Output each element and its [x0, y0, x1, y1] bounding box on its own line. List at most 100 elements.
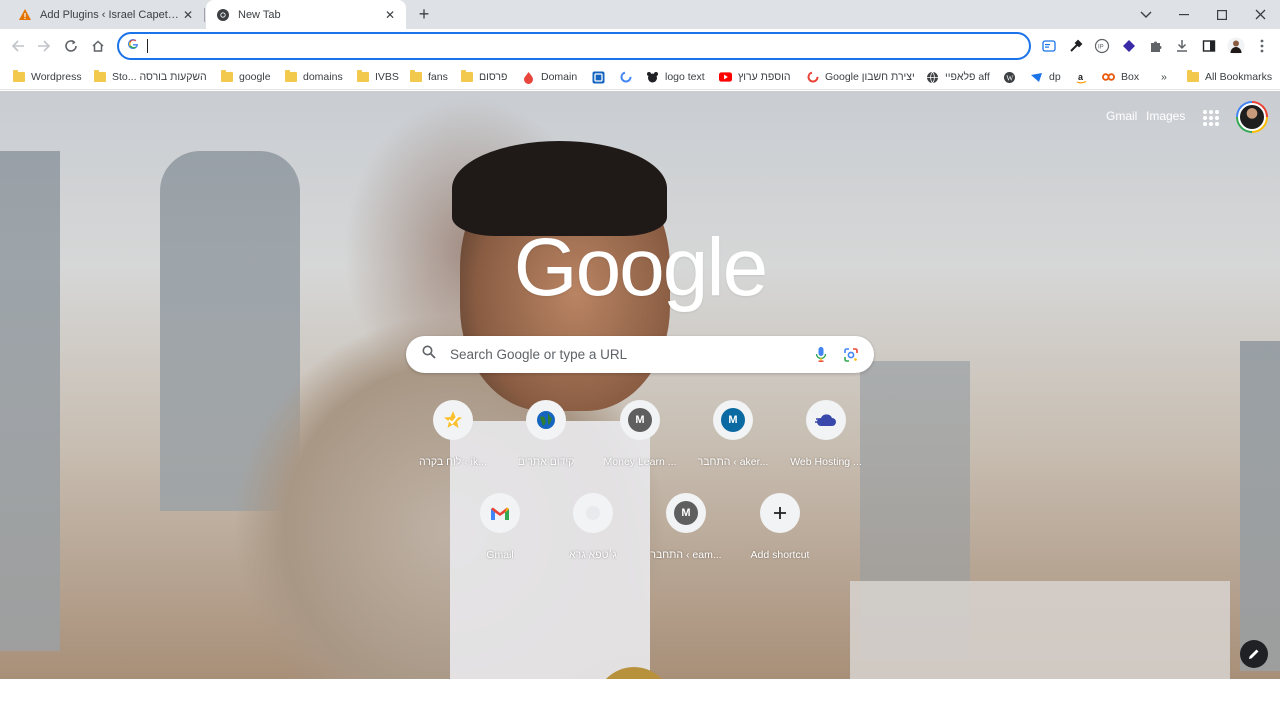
shortcut-tile[interactable]: M התחבר ‹ eam... — [639, 493, 733, 583]
images-link[interactable]: Images — [1146, 109, 1185, 123]
bookmark-folder[interactable]: Wordpress — [12, 68, 82, 86]
folder-icon — [356, 70, 369, 84]
close-window-button[interactable] — [1241, 0, 1279, 29]
chrome-icon — [216, 8, 230, 22]
gmail-icon — [480, 493, 520, 533]
eyedropper-extension-icon[interactable] — [1066, 36, 1086, 56]
add-shortcut-tile[interactable]: Add shortcut — [733, 493, 827, 583]
blank-site-icon — [573, 493, 613, 533]
bookmark-link[interactable] — [619, 68, 638, 86]
bookmark-folder[interactable]: IVBS — [356, 68, 399, 86]
shortcut-tile[interactable]: קידום אתרים — [499, 400, 593, 490]
bookmark-label: Sto... השקעות בורסה — [112, 71, 207, 83]
letter-m-icon: M — [620, 400, 660, 440]
shortcut-label: Add shortcut — [750, 549, 810, 561]
bookmark-link[interactable]: פלאפיי aff — [926, 68, 990, 86]
shortcut-label: קידום אתרים — [517, 456, 575, 468]
close-tab-icon[interactable]: ✕ — [382, 7, 398, 23]
bookmark-label: פלאפיי aff — [945, 71, 990, 83]
maximize-button[interactable] — [1203, 0, 1241, 29]
svg-text:IP: IP — [1098, 45, 1104, 51]
reload-button[interactable] — [60, 35, 82, 57]
dp-icon — [1030, 71, 1043, 84]
folder-icon — [93, 70, 106, 84]
gmail-link[interactable]: Gmail — [1106, 109, 1137, 123]
bookmark-link[interactable]: W — [1003, 68, 1022, 86]
globe-icon — [526, 400, 566, 440]
svg-text:W: W — [1006, 73, 1014, 82]
bookmark-link[interactable]: dp — [1030, 68, 1061, 86]
tab-title: Add Plugins ‹ Israel Capetillo — — [40, 8, 180, 21]
tab-new-tab[interactable]: New Tab ✕ — [206, 0, 406, 29]
close-tab-icon[interactable]: ✕ — [180, 7, 196, 23]
google-lens-icon[interactable] — [840, 344, 862, 366]
bookmark-folder[interactable]: domains — [284, 68, 343, 86]
customize-pencil-icon[interactable] — [1240, 640, 1268, 668]
search-placeholder: Search Google or type a URL — [450, 347, 628, 362]
new-tab-page: Gmail Images Google Search Google or typ… — [0, 91, 1280, 679]
all-bookmarks-folder[interactable]: All Bookmarks — [1186, 68, 1272, 86]
google-apps-icon[interactable] — [1203, 110, 1219, 126]
google-logo: Google — [513, 222, 768, 313]
more-bookmarks-button[interactable]: » — [1161, 68, 1167, 86]
downloads-icon[interactable] — [1172, 36, 1192, 56]
bookmark-link[interactable]: Box — [1102, 68, 1139, 86]
bookmark-link[interactable]: logo text — [646, 68, 705, 86]
shortcut-tile[interactable]: Gmail — [453, 493, 547, 583]
minimize-button[interactable] — [1165, 0, 1203, 29]
google-g-icon — [619, 71, 632, 84]
bookmark-label: IVBS — [375, 71, 399, 83]
box-icon — [1102, 71, 1115, 84]
letter-m-icon: M — [666, 493, 706, 533]
warning-icon — [18, 8, 32, 22]
ntp-search-box[interactable]: Search Google or type a URL — [406, 336, 874, 373]
side-panel-icon[interactable] — [1199, 36, 1219, 56]
tab-strip: Add Plugins ‹ Israel Capetillo — ✕ New T… — [0, 0, 1280, 29]
bookmark-folder[interactable]: fans — [409, 68, 448, 86]
ip-extension-icon[interactable]: IP — [1092, 36, 1112, 56]
bookmark-link[interactable]: Google יצירת חשבון — [806, 68, 915, 86]
bookmark-label: הוספת ערוץ — [738, 71, 791, 83]
translate-extension-icon[interactable] — [1039, 36, 1059, 56]
extensions-puzzle-icon[interactable] — [1146, 36, 1166, 56]
text-cursor — [147, 39, 148, 53]
diamond-extension-icon[interactable] — [1119, 36, 1139, 56]
bookmark-folder[interactable]: Sto... השקעות בורסה — [93, 68, 207, 86]
amazon-icon: a — [1075, 71, 1088, 84]
shortcut-tile[interactable]: לוח בקרה ‹ ik... — [406, 400, 500, 490]
shortcut-tile[interactable]: M התחבר ‹ aker... — [686, 400, 780, 490]
shortcut-tile[interactable]: טפא גרא‎ג׳ — [546, 493, 640, 583]
home-button[interactable] — [87, 35, 109, 57]
flame-icon — [522, 71, 535, 84]
page-bottom — [0, 679, 1280, 720]
shortcut-tile[interactable]: M Money Learn ... — [593, 400, 687, 490]
shortcut-tile[interactable]: Web Hosting ... — [779, 400, 873, 490]
account-avatar[interactable] — [1236, 101, 1268, 133]
bookmark-link[interactable] — [592, 68, 611, 86]
bookmark-link[interactable]: a — [1075, 68, 1094, 86]
address-bar[interactable] — [117, 32, 1031, 60]
bookmark-label: fans — [428, 71, 448, 83]
shortcut-label: Money Learn ... — [603, 456, 677, 468]
profile-avatar-small[interactable] — [1226, 36, 1246, 56]
wordpress-icon: W — [1003, 71, 1016, 84]
forward-button[interactable] — [33, 35, 55, 57]
bookmark-link[interactable]: Domain — [522, 68, 577, 86]
menu-kebab-icon[interactable] — [1252, 36, 1272, 56]
tab-add-plugins[interactable]: Add Plugins ‹ Israel Capetillo — ✕ — [8, 0, 204, 29]
cloud-icon — [806, 400, 846, 440]
background-building — [1240, 341, 1280, 671]
tab-title: New Tab — [238, 8, 281, 21]
back-button[interactable] — [7, 35, 29, 57]
address-input[interactable] — [150, 38, 1029, 54]
tab-search-icon[interactable] — [1127, 0, 1165, 29]
bookmark-folder[interactable]: google — [220, 68, 271, 86]
toolbar: IP — [0, 29, 1280, 63]
voice-search-icon[interactable] — [810, 344, 832, 366]
bookmark-label: Domain — [541, 71, 578, 83]
bookmark-link[interactable]: הוספת ערוץ — [719, 68, 790, 86]
shortcut-label: התחבר ‹ eam... — [650, 549, 722, 561]
bookmark-folder[interactable]: פרסום — [460, 68, 507, 86]
google-g-icon — [806, 71, 819, 84]
new-tab-button[interactable]: + — [414, 4, 434, 24]
